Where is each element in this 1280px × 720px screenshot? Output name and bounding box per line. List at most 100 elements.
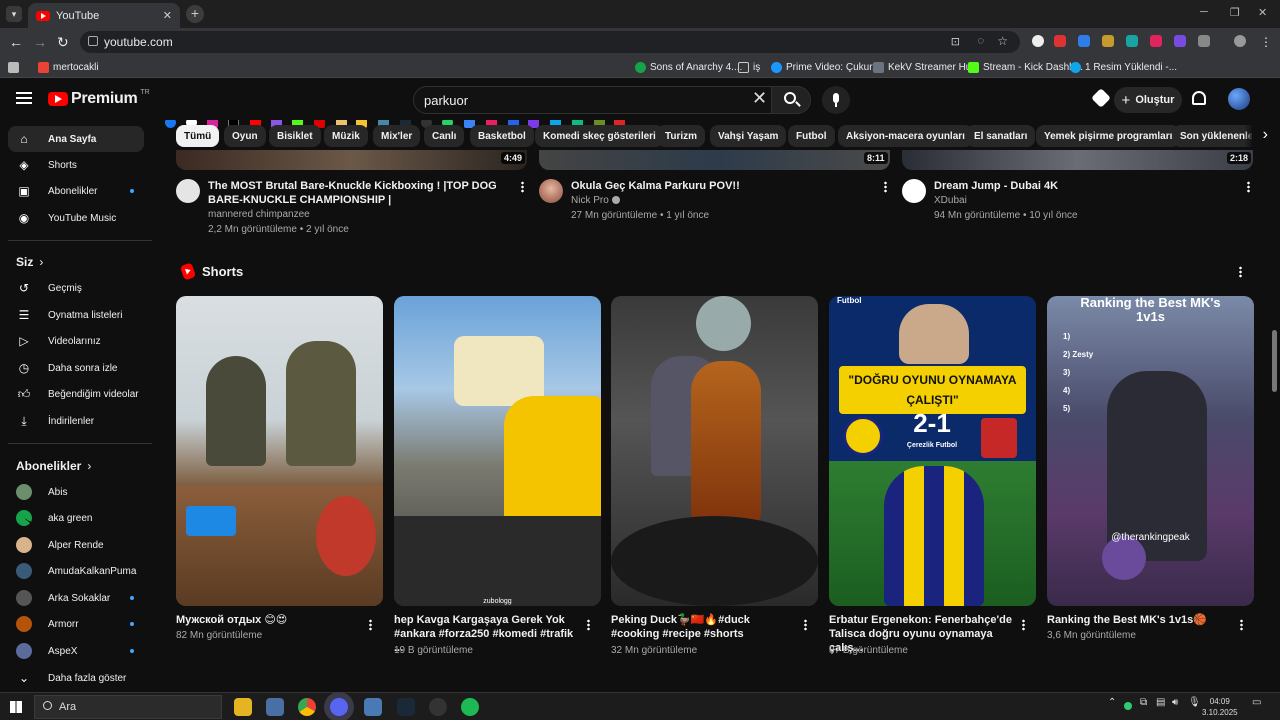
windows-start-icon[interactable] — [10, 701, 22, 713]
microphone-icon[interactable]: 🎙︎ — [1188, 697, 1201, 708]
chip[interactable]: El sanatları — [966, 125, 1036, 147]
app-icon[interactable] — [364, 698, 382, 716]
page-scrollbar[interactable] — [1272, 330, 1277, 392]
chip[interactable]: Vahşi Yaşam — [710, 125, 787, 147]
more-vert-icon[interactable] — [884, 181, 887, 193]
chip[interactable]: Komedi skeç gösterileri — [535, 125, 664, 147]
short-title[interactable]: Peking Duck🦆🇨🇳🔥#duck #cooking #recipe #s… — [611, 613, 801, 641]
chip[interactable]: Mix'ler — [373, 125, 421, 147]
sidebar-item-your-videos[interactable]: ▷ Videolarınız — [8, 328, 144, 354]
more-vert-icon[interactable] — [804, 619, 807, 631]
chevron-up-icon[interactable]: ⌃ — [1108, 697, 1116, 708]
search-button[interactable] — [771, 86, 811, 114]
calculator-icon[interactable] — [266, 698, 284, 716]
more-vert-icon[interactable] — [1022, 619, 1025, 631]
channel-name[interactable]: XDubai — [934, 195, 967, 206]
channel-avatar[interactable] — [539, 179, 563, 203]
vpn-icon[interactable] — [1174, 35, 1186, 47]
profile-icon[interactable] — [1234, 35, 1246, 47]
bookmark-kick-dashboard[interactable]: Stream - Kick Dashb... — [968, 60, 1083, 74]
sidebar-item-home[interactable]: ⌂ Ana Sayfa — [8, 126, 144, 152]
discord-icon[interactable] — [330, 698, 348, 716]
forward-icon[interactable]: → — [33, 34, 47, 50]
extension-icon[interactable] — [1032, 35, 1044, 47]
sidebar-channel-arka-sokaklar[interactable]: Arka Sokaklar — [8, 585, 144, 611]
extension-icon[interactable] — [1078, 35, 1090, 47]
bookmark-mertocakli[interactable]: mertocakli — [38, 60, 99, 74]
close-tab-icon[interactable]: ✕ — [163, 9, 172, 22]
short-title[interactable]: Ranking the Best MK's 1v1s🏀 — [1047, 613, 1237, 627]
bookmark-folder-is[interactable]: iş — [738, 60, 760, 74]
site-info-icon[interactable] — [88, 36, 98, 46]
bookmark-resim[interactable]: 1 Resim Yüklendi -... — [1070, 60, 1177, 74]
sidebar-channel-aspex[interactable]: AspeX — [8, 638, 144, 664]
short-title[interactable]: Мужской отдых 😊😍 — [176, 613, 366, 627]
more-menu-icon[interactable]: ⋮ — [1260, 34, 1272, 50]
more-vert-icon[interactable] — [587, 619, 590, 631]
file-explorer-icon[interactable] — [234, 698, 252, 716]
tab-search-button[interactable]: ▾ — [6, 6, 22, 22]
adblock-icon[interactable] — [1054, 35, 1066, 47]
sidebar-item-subscriptions[interactable]: ▣ Abonelikler — [8, 178, 144, 204]
video-title[interactable]: Okula Geç Kalma Parkuru POV!! — [571, 179, 871, 193]
taskbar-search[interactable]: Ara — [34, 695, 222, 719]
channel-avatar[interactable] — [902, 179, 926, 203]
channel-name[interactable]: mannered chimpanzee — [208, 209, 310, 220]
window-close-icon[interactable]: ✕ — [1258, 6, 1267, 19]
bookmark-star-icon[interactable]: ☆ — [997, 34, 1008, 48]
chip[interactable]: Müzik — [324, 125, 368, 147]
chip[interactable]: Son yüklenenler — [1172, 125, 1252, 147]
chip[interactable]: Canlı — [424, 125, 465, 147]
sidebar-item-watch-later[interactable]: ◷ Daha sonra izle — [8, 355, 144, 381]
chip[interactable]: Aksiyon-macera oyunları — [838, 125, 973, 147]
tray-app-icon[interactable] — [1124, 702, 1132, 710]
video-thumbnail[interactable] — [176, 150, 527, 170]
short-thumbnail[interactable]: Futbol "DOĞRU OYUNU OYNAMAYA ÇALIŞTI" 2-… — [829, 296, 1036, 606]
back-icon[interactable]: ← — [9, 34, 23, 50]
install-app-icon[interactable]: ⊡ — [951, 35, 960, 48]
more-vert-icon[interactable] — [369, 619, 372, 631]
address-bar[interactable]: youtube.com ⊡ ◌ ☆ — [80, 31, 1020, 53]
sidebar-subscriptions-heading[interactable]: Abonelikler › — [16, 459, 91, 473]
system-clock[interactable]: 04:09 3.10.2025 — [1202, 696, 1238, 718]
video-thumbnail[interactable] — [902, 150, 1253, 170]
extension-icon[interactable] — [1102, 35, 1114, 47]
more-vert-icon[interactable] — [1239, 266, 1242, 278]
puzzle-icon[interactable] — [1198, 35, 1210, 47]
sidebar-you-heading[interactable]: Siz › — [16, 255, 43, 269]
clear-search-icon[interactable]: ✕ — [752, 89, 767, 107]
extension-icon[interactable] — [1126, 35, 1138, 47]
create-button[interactable]: + Oluştur — [1114, 87, 1182, 113]
notifications-icon[interactable]: ▭ — [1252, 697, 1261, 708]
sidebar-item-liked-videos[interactable]: 👍︎ Beğendiğim videolar — [8, 381, 144, 407]
voice-search-button[interactable] — [822, 86, 850, 114]
chip[interactable]: Oyun — [224, 125, 266, 147]
chip[interactable]: Bisiklet — [269, 125, 321, 147]
video-thumbnail[interactable] — [539, 150, 890, 170]
bookmark-kekv[interactable]: KekV Streamer Hub — [873, 60, 977, 74]
cast-sparkle-icon[interactable] — [1091, 88, 1111, 108]
extension-icon[interactable] — [1150, 35, 1162, 47]
chrome-icon[interactable] — [298, 698, 316, 716]
bookmark-sons-of-anarchy[interactable]: Sons of Anarchy 4.... — [635, 60, 742, 74]
youtube-premium-logo[interactable]: Premium TR — [48, 89, 150, 108]
chip[interactable]: Basketbol — [470, 125, 534, 147]
menu-icon[interactable] — [16, 92, 32, 104]
restore-icon[interactable]: ❐ — [1230, 6, 1240, 19]
channel-name[interactable]: Nick Pro — [571, 195, 620, 206]
new-tab-button[interactable]: + — [186, 5, 204, 23]
sidebar-channel-abis[interactable]: Abis — [8, 479, 144, 505]
sidebar-channel-amudakalkanpuma[interactable]: AmudaKalkanPuma — [8, 558, 144, 584]
video-title[interactable]: The MOST Brutal Bare-Knuckle Kickboxing … — [208, 179, 508, 207]
apps-icon[interactable] — [8, 60, 19, 74]
chip[interactable]: Yemek pişirme programları — [1036, 125, 1181, 147]
short-thumbnail[interactable]: Ranking the Best MK's 1v1s 1) 2) Zesty 3… — [1047, 296, 1254, 606]
chip[interactable]: Turizm — [657, 125, 706, 147]
browser-tab-youtube[interactable]: YouTube ✕ — [28, 3, 180, 28]
sidebar-item-downloads[interactable]: ⤓ İndirilenler — [8, 408, 144, 434]
tray-app-icon[interactable]: ▤ — [1156, 697, 1165, 708]
channel-avatar[interactable] — [176, 179, 200, 203]
sidebar-channel-armorr[interactable]: Armorr — [8, 611, 144, 637]
spotify-icon[interactable] — [461, 698, 479, 716]
chip[interactable]: Futbol — [788, 125, 835, 147]
